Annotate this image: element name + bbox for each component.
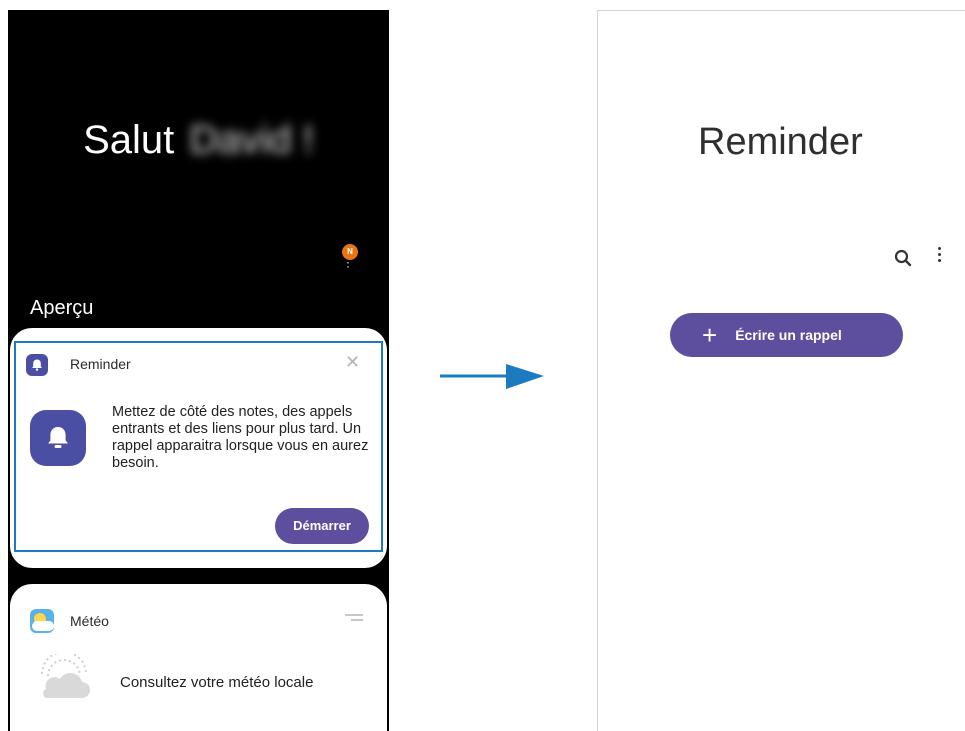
more-options-icon[interactable]: · · — [346, 256, 350, 272]
write-reminder-button[interactable]: + Écrire un rappel — [670, 313, 903, 357]
weather-illustration-icon — [36, 651, 92, 704]
meteo-card-title: Météo — [70, 613, 109, 629]
meteo-description: Consultez votre météo locale — [120, 674, 314, 691]
user-name: David ! — [189, 118, 314, 162]
more-options-icon[interactable] — [938, 247, 942, 265]
search-icon[interactable] — [894, 249, 912, 267]
section-title: Aperçu — [30, 297, 94, 319]
page-title: Reminder — [698, 121, 863, 163]
drag-handle-icon[interactable] — [345, 614, 363, 624]
start-button[interactable]: Démarrer — [275, 508, 369, 544]
weather-app-icon — [30, 609, 54, 633]
greeting-text: Salut David ! — [8, 118, 389, 163]
greeting-label: Salut — [83, 118, 175, 162]
reminder-app-screen: Reminder + Écrire un rappel — [597, 10, 965, 731]
meteo-card[interactable]: Météo Consultez votre météo locale — [10, 584, 387, 731]
arrow-right-icon — [440, 364, 544, 389]
reminder-description: Mettez de côté des notes, des appels ent… — [112, 404, 369, 471]
reminder-card[interactable]: Reminder ✕ Mettez de côté des notes, des… — [10, 328, 387, 568]
write-reminder-label: Écrire un rappel — [735, 327, 842, 343]
reminder-card-title: Reminder — [70, 356, 131, 372]
bell-icon — [30, 410, 86, 466]
reminder-app-icon — [26, 354, 48, 376]
home-screen: Salut David ! N · · Aperçu Reminder ✕ Met… — [8, 10, 389, 731]
plus-icon: + — [702, 320, 718, 350]
notification-badge[interactable]: N — [342, 244, 358, 260]
close-icon[interactable]: ✕ — [345, 352, 360, 373]
